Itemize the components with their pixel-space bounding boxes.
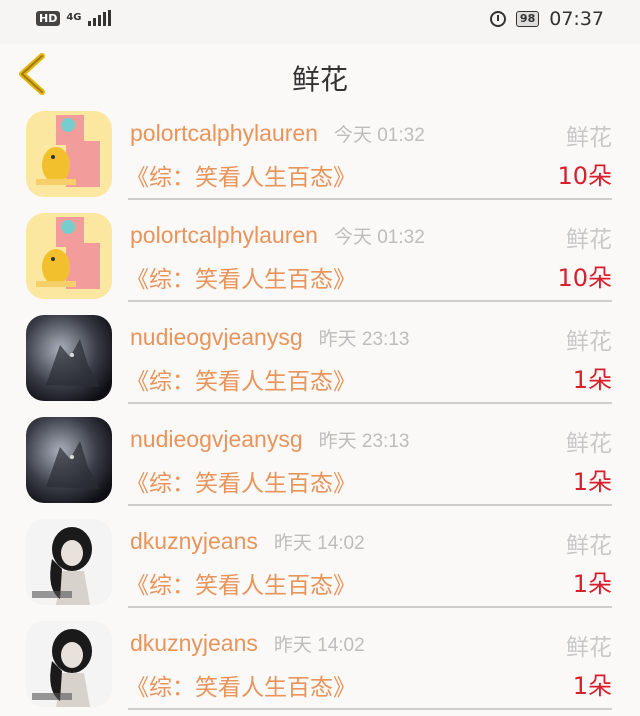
clock: 07:37: [549, 8, 604, 30]
divider: [128, 504, 612, 506]
username[interactable]: nudieogvjeanysg 昨天 23:13: [130, 324, 409, 351]
book-title[interactable]: 《综：笑看人生百态》: [126, 566, 356, 600]
book-title[interactable]: 《综：笑看人生百态》: [126, 260, 356, 294]
username[interactable]: polortcalphylauren 今天 01:32: [130, 222, 425, 249]
divider: [128, 606, 612, 608]
list-item[interactable]: polortcalphylauren 今天 01:32 鲜花 《综：笑看人生百态》…: [0, 206, 640, 308]
gift-count: 10朵: [557, 264, 612, 292]
gift-type-label: 鲜花: [566, 431, 612, 457]
nav-bar: 鲜花: [0, 44, 640, 100]
timestamp: 昨天 14:02: [273, 635, 365, 656]
timestamp: 昨天 23:13: [318, 329, 410, 350]
signal-icon: [87, 10, 111, 26]
divider: [128, 402, 612, 404]
status-left: HD 4G: [36, 10, 111, 26]
divider: [128, 300, 612, 302]
list-item[interactable]: dkuznyjeans 昨天 14:02 鲜花 《综：笑看人生百态》 1朵: [0, 614, 640, 716]
gift-count: 10朵: [557, 162, 612, 190]
network-type: 4G: [66, 12, 82, 23]
gift-count: 1朵: [572, 570, 612, 598]
gift-type-label: 鲜花: [566, 329, 612, 355]
portrait-avatar[interactable]: [26, 621, 112, 707]
book-title[interactable]: 《综：笑看人生百态》: [126, 158, 356, 192]
book-title[interactable]: 《综：笑看人生百态》: [126, 464, 356, 498]
gift-count: 1朵: [572, 468, 612, 496]
wolf-avatar[interactable]: [26, 315, 112, 401]
gift-type-label: 鲜花: [566, 635, 612, 661]
list-item[interactable]: nudieogvjeanysg 昨天 23:13 鲜花 《综：笑看人生百态》 1朵: [0, 410, 640, 512]
list-item[interactable]: dkuznyjeans 昨天 14:02 鲜花 《综：笑看人生百态》 1朵: [0, 512, 640, 614]
gift-type-label: 鲜花: [566, 125, 612, 151]
timestamp: 今天 01:32: [333, 227, 425, 248]
gift-list: polortcalphylauren 今天 01:32 鲜花 《综：笑看人生百态》…: [0, 104, 640, 716]
hd-badge: HD: [36, 10, 61, 26]
book-title[interactable]: 《综：笑看人生百态》: [126, 362, 356, 396]
alarm-icon: [489, 11, 506, 27]
book-title[interactable]: 《综：笑看人生百态》: [126, 668, 356, 702]
divider: [128, 198, 612, 200]
page-title: 鲜花: [291, 63, 348, 96]
gift-type-label: 鲜花: [566, 533, 612, 559]
battery-icon: 98: [515, 11, 540, 27]
gift-count: 1朵: [572, 672, 612, 700]
status-bar: HD 4G 98 07:37: [0, 0, 640, 44]
cartoon-avatar[interactable]: [26, 111, 112, 197]
gift-count: 1朵: [572, 366, 612, 394]
gift-type-label: 鲜花: [566, 227, 612, 253]
username[interactable]: nudieogvjeanysg 昨天 23:13: [130, 426, 409, 453]
cartoon-avatar[interactable]: [26, 213, 112, 299]
username[interactable]: polortcalphylauren 今天 01:32: [130, 120, 425, 147]
status-right: 98 07:37: [489, 8, 604, 30]
username[interactable]: dkuznyjeans 昨天 14:02: [130, 630, 365, 657]
timestamp: 今天 01:32: [333, 125, 425, 146]
list-item[interactable]: nudieogvjeanysg 昨天 23:13 鲜花 《综：笑看人生百态》 1朵: [0, 308, 640, 410]
timestamp: 昨天 14:02: [273, 533, 365, 554]
timestamp: 昨天 23:13: [318, 431, 410, 452]
portrait-avatar[interactable]: [26, 519, 112, 605]
divider: [128, 708, 612, 710]
list-item[interactable]: polortcalphylauren 今天 01:32 鲜花 《综：笑看人生百态》…: [0, 104, 640, 206]
wolf-avatar[interactable]: [26, 417, 112, 503]
username[interactable]: dkuznyjeans 昨天 14:02: [130, 528, 365, 555]
